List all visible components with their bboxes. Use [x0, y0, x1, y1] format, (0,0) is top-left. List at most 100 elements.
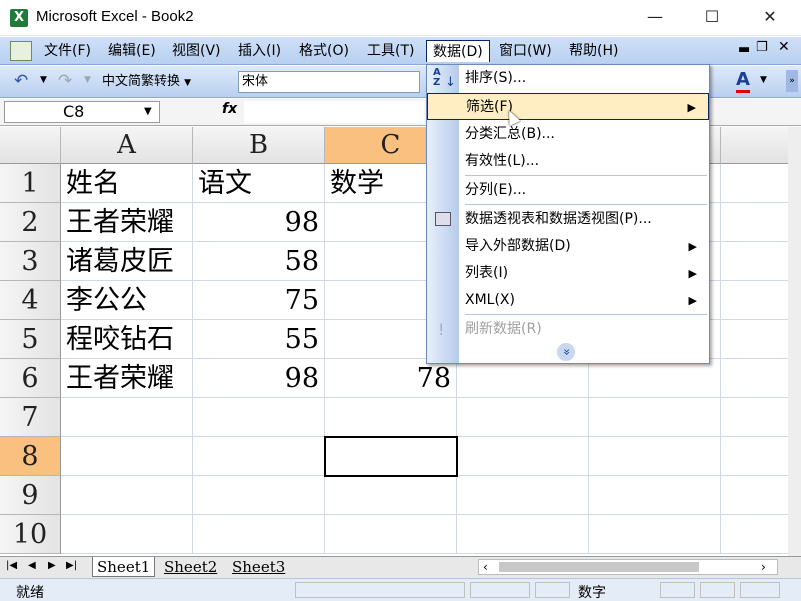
- cell[interactable]: [589, 398, 721, 437]
- cell[interactable]: [721, 437, 788, 476]
- cell[interactable]: [325, 476, 457, 515]
- font-color-dropdown-icon[interactable]: ▼: [760, 75, 767, 85]
- cell[interactable]: [193, 398, 325, 437]
- menu-format[interactable]: 格式(O): [293, 40, 355, 62]
- menu-item-filter[interactable]: 筛选(F) ▶: [427, 93, 709, 120]
- cell[interactable]: [193, 437, 325, 476]
- insert-function-icon[interactable]: fx: [222, 101, 237, 117]
- last-sheet-icon[interactable]: ▶|: [66, 560, 77, 571]
- cell[interactable]: 75: [193, 281, 325, 320]
- expand-menu-icon[interactable]: »: [557, 343, 575, 361]
- name-box[interactable]: C8: [4, 101, 160, 123]
- chinese-convert-button[interactable]: 中文简繁转换 ▼: [102, 72, 191, 92]
- redo-dropdown-icon[interactable]: ▼: [84, 75, 91, 85]
- undo-icon[interactable]: ↶: [14, 71, 28, 91]
- menu-edit[interactable]: 编辑(E): [102, 40, 162, 62]
- prev-sheet-icon[interactable]: ◀: [28, 560, 36, 571]
- select-all-corner[interactable]: [0, 127, 61, 164]
- cell[interactable]: 姓名: [61, 164, 193, 203]
- row-header[interactable]: 6: [0, 359, 61, 398]
- maximize-button[interactable]: ☐: [682, 0, 742, 36]
- cell[interactable]: [457, 359, 589, 398]
- row-header[interactable]: 7: [0, 398, 61, 437]
- menu-tools[interactable]: 工具(T): [361, 40, 420, 62]
- doc-minimize-icon[interactable]: ▬: [738, 42, 750, 57]
- toolbar-options-icon[interactable]: »: [786, 70, 798, 92]
- cell[interactable]: 王者荣耀: [61, 359, 193, 398]
- cell[interactable]: 55: [193, 320, 325, 359]
- row-header[interactable]: 3: [0, 242, 61, 281]
- cell[interactable]: [61, 437, 193, 476]
- menu-item-list[interactable]: 列表(I) ▶: [427, 260, 709, 287]
- column-header-b[interactable]: B: [193, 127, 325, 164]
- cell[interactable]: [589, 437, 721, 476]
- cell[interactable]: 程咬钻石: [61, 320, 193, 359]
- scroll-left-icon[interactable]: ‹: [483, 560, 488, 574]
- cell[interactable]: [721, 359, 788, 398]
- active-cell-c8[interactable]: [324, 436, 458, 477]
- cell[interactable]: [61, 476, 193, 515]
- cell[interactable]: 王者荣耀: [61, 203, 193, 242]
- menu-item-import-data[interactable]: 导入外部数据(D) ▶: [427, 233, 709, 260]
- cell[interactable]: [721, 242, 788, 281]
- tab-sheet2[interactable]: Sheet2: [160, 557, 221, 577]
- cell[interactable]: [325, 515, 457, 554]
- undo-dropdown-icon[interactable]: ▼: [40, 75, 47, 85]
- minimize-button[interactable]: —: [625, 0, 685, 36]
- menu-file[interactable]: 文件(F): [38, 40, 97, 62]
- cell[interactable]: [457, 398, 589, 437]
- cell[interactable]: 98: [193, 203, 325, 242]
- row-header[interactable]: 2: [0, 203, 61, 242]
- cell[interactable]: [721, 515, 788, 554]
- menu-item-validation[interactable]: 有效性(L)...: [427, 148, 709, 175]
- vertical-scrollbar[interactable]: [788, 127, 801, 556]
- row-header[interactable]: 9: [0, 476, 61, 515]
- column-header-a[interactable]: A: [61, 127, 193, 164]
- cell[interactable]: [721, 320, 788, 359]
- menu-item-subtotals[interactable]: 分类汇总(B)...: [427, 121, 709, 148]
- cell[interactable]: [193, 476, 325, 515]
- formula-input[interactable]: [244, 101, 424, 123]
- row-header[interactable]: 1: [0, 164, 61, 203]
- menu-item-sort[interactable]: AZ ↓ 排序(S)...: [427, 65, 709, 92]
- cell[interactable]: [457, 437, 589, 476]
- cell[interactable]: 诸葛皮匠: [61, 242, 193, 281]
- tab-sheet1[interactable]: Sheet1: [92, 557, 156, 577]
- scroll-right-icon[interactable]: ›: [761, 560, 766, 574]
- close-button[interactable]: ✕: [740, 0, 800, 36]
- cell[interactable]: [193, 515, 325, 554]
- menu-view[interactable]: 视图(V): [166, 40, 227, 62]
- cell[interactable]: [721, 398, 788, 437]
- menu-insert[interactable]: 插入(I): [232, 40, 287, 62]
- cell[interactable]: 98: [193, 359, 325, 398]
- menu-item-xml[interactable]: XML(X) ▶: [427, 287, 709, 314]
- cell[interactable]: [589, 476, 721, 515]
- cell[interactable]: 李公公: [61, 281, 193, 320]
- doc-close-icon[interactable]: ✕: [778, 39, 790, 55]
- cell[interactable]: [589, 515, 721, 554]
- menu-item-text-to-columns[interactable]: 分列(E)...: [427, 177, 709, 204]
- name-box-dropdown-icon[interactable]: ▼: [144, 106, 152, 117]
- tab-sheet3[interactable]: Sheet3: [228, 557, 289, 577]
- cell[interactable]: 78: [325, 359, 457, 398]
- row-header[interactable]: 8: [0, 437, 61, 476]
- doc-restore-icon[interactable]: ❐: [756, 40, 768, 55]
- cell[interactable]: [721, 203, 788, 242]
- row-header[interactable]: 4: [0, 281, 61, 320]
- column-header-f[interactable]: [721, 127, 788, 164]
- cell[interactable]: 语文: [193, 164, 325, 203]
- font-color-icon[interactable]: A: [736, 70, 750, 93]
- cell[interactable]: 58: [193, 242, 325, 281]
- scroll-thumb[interactable]: [499, 562, 699, 572]
- cell[interactable]: [325, 398, 457, 437]
- menu-window[interactable]: 窗口(W): [493, 40, 558, 62]
- cell[interactable]: [721, 164, 788, 203]
- row-header[interactable]: 5: [0, 320, 61, 359]
- redo-icon[interactable]: ↷: [58, 71, 72, 91]
- cell[interactable]: [457, 515, 589, 554]
- cell[interactable]: [61, 515, 193, 554]
- menu-item-pivot-table[interactable]: 数据透视表和数据透视图(P)...: [427, 206, 709, 233]
- font-name-combo[interactable]: 宋体: [238, 71, 420, 93]
- cell[interactable]: [457, 476, 589, 515]
- cell[interactable]: [589, 359, 721, 398]
